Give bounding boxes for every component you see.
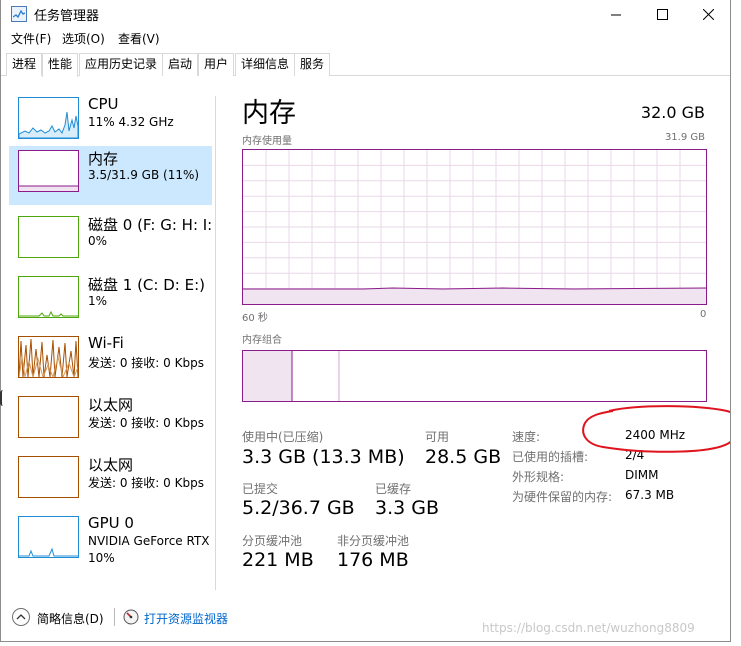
sidebar-item-cpu[interactable]: CPU 11% 4.32 GHz (9, 93, 212, 152)
paged-pool-value: 221 MB (242, 549, 314, 571)
sidebar-item-name: 内存 (88, 150, 119, 168)
speed-label: 速度: (512, 430, 541, 444)
close-icon (702, 8, 714, 20)
tab-startup[interactable]: 启动 (162, 53, 199, 76)
sidebar-item-detail: 11% 4.32 GHz (88, 115, 174, 129)
sidebar-item-memory[interactable]: 内存 3.5/31.9 GB (11%) (9, 146, 212, 205)
menu-view[interactable]: 查看(V) (118, 30, 160, 47)
memory-usage-label: 内存使用量 (242, 136, 292, 147)
page-title: 内存 (242, 98, 296, 129)
in-use-label: 使用中(已压缩) (242, 430, 324, 444)
memory-composition-bar (242, 350, 707, 402)
tab-app-history[interactable]: 应用历史记录 (79, 53, 164, 76)
committed-label: 已提交 (242, 482, 279, 496)
chevron-up-icon (16, 614, 26, 620)
sidebar-item-name: 以太网 (88, 396, 134, 414)
sidebar-item-detail: 0% (88, 234, 108, 248)
committed-value: 5.2/36.7 GB (242, 497, 355, 519)
task-manager-window: 任务管理器 文件(F) 选项(O) 查看(V) 进程 性能 应用历史记录 启动 … (0, 0, 731, 642)
sidebar-item-name: 磁盘 0 (F: G: H: I: (88, 216, 213, 234)
ethernet-1-thumbnail-graph (18, 396, 79, 438)
fewer-details-label[interactable]: 简略信息(D) (37, 610, 104, 627)
sidebar-item-detail: 1% (88, 294, 108, 308)
maximize-icon (656, 8, 668, 20)
sidebar-item-detail: 发送: 0 接收: 0 Kbps (88, 356, 204, 370)
menu-file[interactable]: 文件(F) (11, 30, 51, 47)
performance-sidebar: CPU 11% 4.32 GHz 内存 3.5/31.9 GB (11%) 磁盘… (1, 76, 215, 596)
sidebar-item-disk-0[interactable]: 磁盘 0 (F: G: H: I: 0% (9, 212, 212, 271)
disk-0-thumbnail-graph (18, 216, 79, 258)
menu-options[interactable]: 选项(O) (62, 30, 105, 47)
fewer-details-button[interactable] (12, 608, 30, 626)
nonpaged-pool-label: 非分页缓冲池 (337, 534, 410, 548)
sidebar-item-detail-2: 10% (88, 551, 115, 565)
title-bar[interactable]: 任务管理器 (1, 0, 730, 28)
hardware-reserved-label: 为硬件保留的内存: (512, 490, 613, 504)
open-resource-monitor-link[interactable]: 打开资源监视器 (144, 610, 228, 627)
nonpaged-pool-value: 176 MB (337, 549, 409, 571)
sidebar-item-ethernet-2[interactable]: 以太网 发送: 0 接收: 0 Kbps (9, 452, 212, 511)
minimize-button[interactable] (593, 0, 639, 28)
resource-monitor-icon[interactable] (123, 609, 139, 625)
annotation-ellipse (582, 405, 730, 453)
sidebar-item-detail: 发送: 0 接收: 0 Kbps (88, 476, 204, 490)
form-factor-label: 外形规格: (512, 470, 565, 484)
window-title: 任务管理器 (34, 9, 100, 24)
sidebar-item-name: CPU (88, 95, 119, 113)
available-value: 28.5 GB (425, 446, 502, 468)
form-factor-value: DIMM (625, 468, 659, 482)
sidebar-item-detail: 发送: 0 接收: 0 Kbps (88, 416, 204, 430)
close-button[interactable] (685, 0, 730, 28)
menu-bar: 文件(F) 选项(O) 查看(V) (1, 28, 730, 48)
sidebar-item-detail: NVIDIA GeForce RTX (88, 534, 210, 548)
graph-axis-right: 0 (700, 309, 707, 320)
sidebar-item-name: GPU 0 (88, 514, 134, 532)
available-label: 可用 (425, 430, 450, 444)
task-manager-app-icon (11, 6, 27, 22)
memory-thumbnail-graph (18, 150, 79, 192)
sidebar-item-detail: 3.5/31.9 GB (11%) (88, 168, 200, 182)
ethernet-2-thumbnail-graph (18, 456, 79, 498)
paged-pool-label: 分页缓冲池 (242, 534, 303, 548)
tab-performance[interactable]: 性能 (42, 53, 79, 77)
cached-value: 3.3 GB (375, 497, 440, 519)
sidebar-item-gpu-0[interactable]: GPU 0 NVIDIA GeForce RTX 10% (9, 512, 212, 571)
memory-usage-graph (242, 149, 707, 305)
watermark: https://blog.csdn.net/wuzhong8809 (482, 621, 695, 635)
disk-1-thumbnail-graph (18, 276, 79, 318)
wifi-thumbnail-graph (18, 336, 79, 378)
cached-label: 已缓存 (375, 482, 412, 496)
gpu-thumbnail-graph (18, 516, 79, 558)
sidebar-item-ethernet-1[interactable]: 以太网 发送: 0 接收: 0 Kbps (9, 392, 212, 451)
panel-divider[interactable] (215, 96, 216, 590)
minimize-icon (610, 14, 621, 15)
sidebar-item-disk-1[interactable]: 磁盘 1 (C: D: E:) 1% (9, 272, 212, 331)
tab-bar: 进程 性能 应用历史记录 启动 用户 详细信息 服务 (1, 52, 730, 77)
footer-divider (114, 608, 115, 626)
slots-used-label: 已使用的插槽: (512, 450, 589, 464)
sidebar-item-name: 以太网 (88, 456, 134, 474)
in-use-value: 3.3 GB (13.3 MB) (242, 446, 405, 468)
sidebar-item-wifi[interactable]: Wi-Fi 发送: 0 接收: 0 Kbps (9, 332, 212, 391)
maximize-button[interactable] (639, 0, 685, 28)
cpu-thumbnail-graph (18, 97, 79, 139)
total-memory: 32.0 GB (640, 103, 705, 122)
tab-details[interactable]: 详细信息 (235, 53, 296, 76)
memory-usage-max: 31.9 GB (664, 132, 705, 143)
memory-composition-label: 内存组合 (242, 335, 282, 346)
tab-users[interactable]: 用户 (198, 53, 235, 76)
background-edge-glyph (0, 390, 3, 406)
sidebar-item-name: 磁盘 1 (C: D: E:) (88, 276, 205, 294)
hardware-reserved-value: 67.3 MB (625, 488, 675, 502)
tab-services[interactable]: 服务 (294, 53, 331, 76)
tab-processes[interactable]: 进程 (6, 53, 43, 76)
graph-axis-left: 60 秒 (242, 313, 268, 324)
sidebar-item-name: Wi-Fi (88, 334, 124, 352)
